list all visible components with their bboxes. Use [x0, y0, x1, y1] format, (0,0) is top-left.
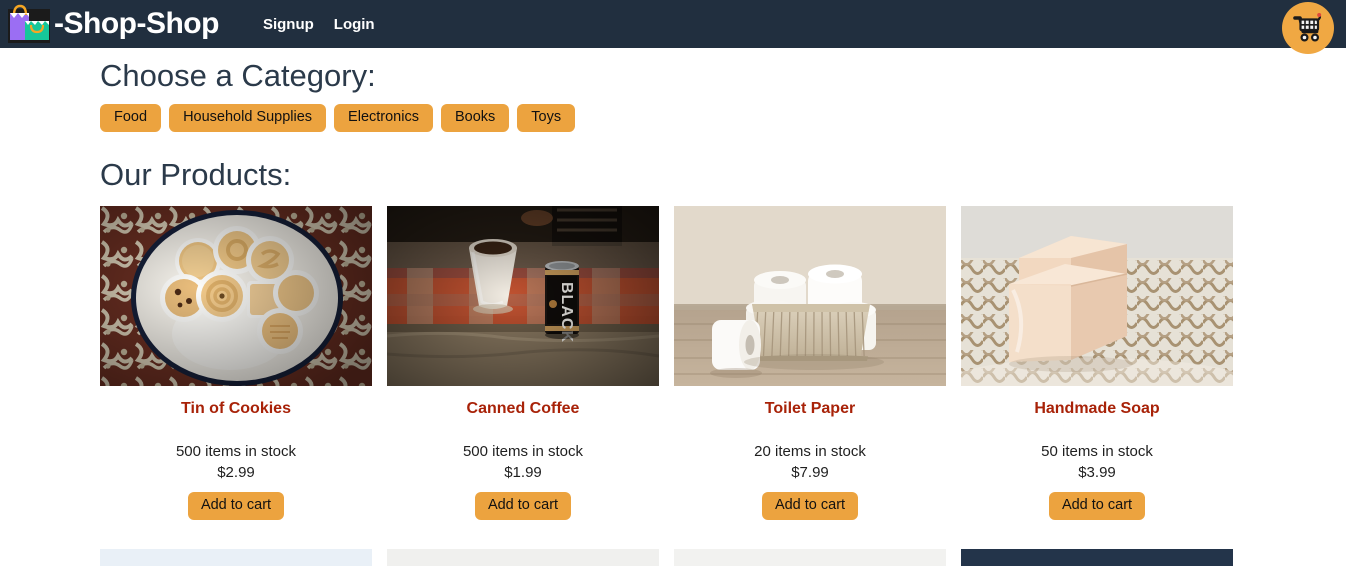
product-price: $3.99	[1078, 464, 1116, 482]
product-image-tin-of-cookies[interactable]	[100, 206, 372, 387]
brand-home-link[interactable]: -Shop-Shop	[6, 0, 219, 48]
product-card: BLACK Canned Coffee 500 items in stock $…	[387, 206, 659, 520]
product-name: Handmade Soap	[1034, 400, 1160, 418]
product-image-dslr-camera[interactable]	[387, 548, 659, 566]
category-button-books[interactable]: Books	[440, 104, 510, 133]
nav-link-login[interactable]: Login	[334, 16, 375, 33]
add-to-cart-button[interactable]: Add to cart	[761, 491, 859, 520]
category-button-household-supplies[interactable]: Household Supplies	[169, 104, 327, 133]
product-name: Canned Coffee	[466, 400, 580, 418]
shopping-cart-icon	[1291, 11, 1325, 45]
product-price: $1.99	[504, 464, 542, 482]
product-card: Tin of Cookies 500 items in stock $2.99 …	[100, 206, 372, 520]
product-image-open-book[interactable]	[961, 548, 1233, 566]
product-card	[100, 548, 372, 566]
product-card	[961, 548, 1233, 566]
add-to-cart-button[interactable]: Add to cart	[474, 491, 572, 520]
product-grid-row-2	[100, 548, 1326, 566]
category-button-food[interactable]: Food	[100, 104, 162, 133]
shopping-bags-icon	[6, 3, 52, 45]
category-button-electronics[interactable]: Electronics	[334, 104, 433, 133]
product-image-toilet-paper[interactable]	[674, 206, 946, 387]
product-price: $2.99	[217, 464, 255, 482]
category-button-row: Food Household Supplies Electronics Book…	[100, 104, 1326, 133]
product-name: Toilet Paper	[764, 400, 856, 418]
cart-button[interactable]	[1282, 2, 1334, 54]
product-price: $7.99	[791, 464, 829, 482]
our-products-heading: Our Products:	[100, 157, 292, 193]
choose-category-heading: Choose a Category:	[100, 58, 376, 93]
add-to-cart-button[interactable]: Add to cart	[187, 491, 285, 520]
product-card: Handmade Soap 50 items in stock $3.99 Ad…	[961, 206, 1233, 520]
product-card: Toilet Paper 20 items in stock $7.99 Add…	[674, 206, 946, 520]
page-content: Choose a Category: Food Household Suppli…	[0, 60, 1346, 566]
product-image-spices-in-wooden-spoons[interactable]	[100, 548, 372, 566]
product-stock: 20 items in stock	[754, 442, 866, 460]
category-button-toys[interactable]: Toys	[517, 104, 576, 133]
product-stock: 500 items in stock	[175, 442, 297, 460]
add-to-cart-button[interactable]: Add to cart	[1048, 491, 1146, 520]
product-stock: 500 items in stock	[462, 442, 584, 460]
product-image-handmade-soap[interactable]	[961, 206, 1233, 387]
product-name: Tin of Cookies	[181, 400, 291, 418]
product-stock: 50 items in stock	[1041, 442, 1153, 460]
top-navbar: -Shop-Shop Signup Login	[0, 0, 1346, 54]
brand-title: -Shop-Shop	[54, 7, 219, 40]
nav-link-signup[interactable]: Signup	[263, 16, 314, 33]
product-image-canned-coffee[interactable]: BLACK	[387, 206, 659, 387]
product-image-tablet-ereader[interactable]	[674, 548, 946, 566]
product-card	[674, 548, 946, 566]
nav-links: Signup Login	[263, 15, 375, 33]
product-card	[387, 548, 659, 566]
product-grid-row-1: Tin of Cookies 500 items in stock $2.99 …	[100, 206, 1326, 520]
